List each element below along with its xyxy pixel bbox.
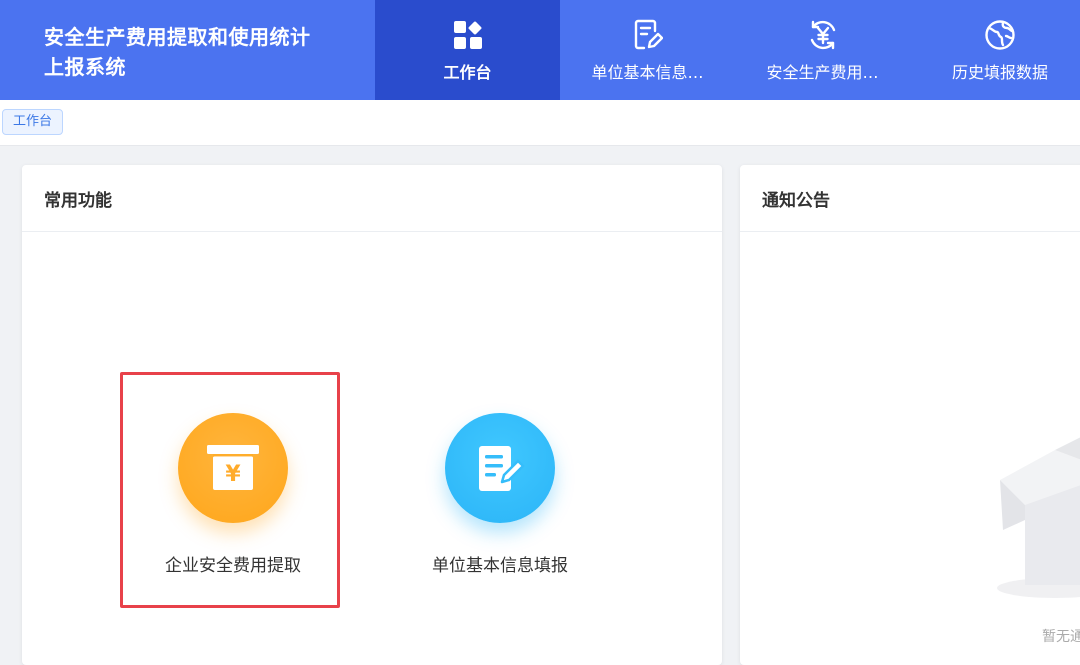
function-enterprise-safety-fee[interactable]: ¥ 企业安全费用提取: [133, 413, 333, 576]
app-title: 安全生产费用提取和使用统计 上报系统: [44, 22, 334, 82]
nav-tab-label: 单位基本信息…: [591, 63, 704, 82]
nav-tab-safety-fee[interactable]: 安全生产费用…: [735, 0, 910, 100]
app-title-line1: 安全生产费用提取和使用统计: [44, 25, 311, 49]
nav-tab-history[interactable]: 历史填报数据: [910, 0, 1080, 100]
nav-tab-unit-info[interactable]: 单位基本信息…: [560, 0, 735, 100]
nav-tab-workbench[interactable]: 工作台: [375, 0, 560, 100]
top-navbar: 安全生产费用提取和使用统计 上报系统 工作台 单位基本信息… 安全生产费用… 历…: [0, 0, 1080, 100]
yuan-receipt-icon: ¥: [178, 413, 288, 523]
empty-notice-text: 暂无通: [1042, 629, 1080, 645]
function-label: 单位基本信息填报: [432, 556, 568, 576]
document-edit-icon: [445, 413, 555, 523]
nav-tab-label: 工作台: [443, 63, 492, 82]
edit-document-icon: [630, 17, 666, 53]
nav-tab-label: 历史填报数据: [951, 63, 1048, 82]
tags-bar: 工作台: [0, 100, 1080, 146]
svg-text:¥: ¥: [225, 462, 241, 487]
function-unit-info-report[interactable]: 单位基本信息填报: [400, 413, 600, 576]
tag-workbench[interactable]: 工作台: [2, 109, 64, 135]
nav-tab-label: 安全生产费用…: [766, 63, 879, 82]
common-functions-card: 常用功能: [22, 165, 722, 665]
card-title: 通知公告: [740, 165, 1080, 232]
function-label: 企业安全费用提取: [165, 556, 301, 576]
dashboard-icon: [450, 17, 486, 53]
yuan-refresh-icon: [805, 17, 841, 53]
card-title: 常用功能: [22, 165, 722, 232]
empty-box-illustration: [995, 410, 1080, 600]
app-title-line2: 上报系统: [44, 55, 126, 79]
globe-icon: [982, 17, 1018, 53]
